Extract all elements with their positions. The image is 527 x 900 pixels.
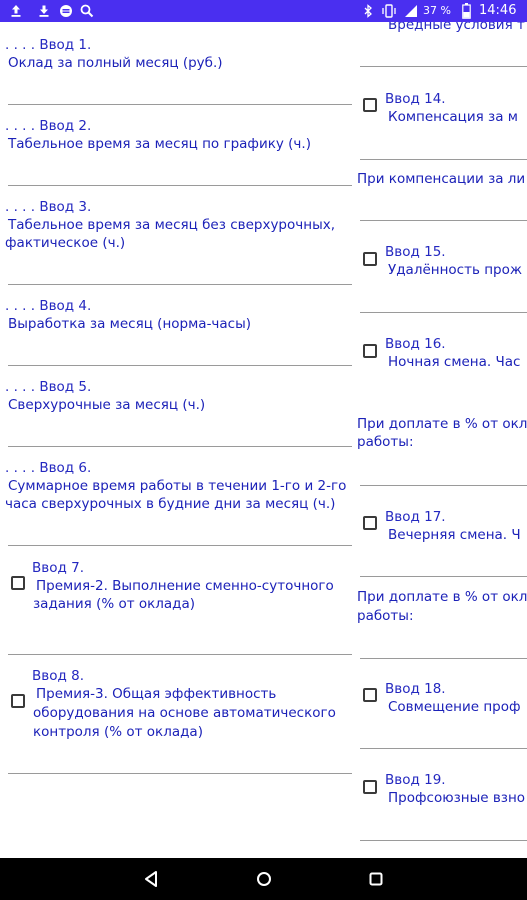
note-night-pay-line2: работы: — [357, 434, 414, 450]
input-15-label: Ввод 15. — [385, 244, 446, 260]
clock: 14:46 — [479, 3, 517, 18]
input-1-field[interactable] — [8, 104, 352, 105]
input-6-field[interactable] — [8, 545, 352, 546]
input-17-text: Вечерняя смена. Ч — [388, 527, 521, 543]
navigation-bar — [0, 858, 527, 900]
input-19-field[interactable] — [360, 840, 527, 841]
input-7-label: Ввод 7. — [32, 560, 84, 576]
input-2-label: . . . . Ввод 2. — [5, 118, 92, 134]
input-6-text-line2: часа сверхурочных в будние дни за месяц … — [5, 496, 336, 512]
input-3-text-line2: фактическое (ч.) — [5, 235, 126, 251]
input-8-field[interactable] — [8, 773, 352, 774]
status-bar: 37 % 14:46 — [0, 0, 527, 22]
back-icon[interactable] — [131, 858, 171, 900]
input-6-text-line1: Суммарное время работы в течении 1-го и … — [8, 478, 347, 494]
input-7-text-line1: Премия-2. Выполнение сменно-суточного — [36, 578, 334, 594]
input-15-field[interactable] — [360, 312, 527, 313]
recents-icon[interactable] — [356, 858, 396, 900]
input-4-field[interactable] — [8, 365, 352, 366]
search-icon — [80, 4, 94, 18]
download-icon — [39, 5, 49, 17]
input-1-text: Оклад за полный месяц (руб.) — [8, 55, 223, 71]
note-compensation: При компенсации за ли — [357, 171, 526, 187]
input-16-text: Ночная смена. Час — [388, 354, 521, 370]
home-icon[interactable] — [244, 858, 284, 900]
input-17-field[interactable] — [360, 576, 527, 577]
input-7-field[interactable] — [8, 654, 352, 655]
note-evening-pay-field[interactable] — [360, 658, 527, 659]
bluetooth-icon — [364, 4, 372, 18]
input-14-label: Ввод 14. — [385, 91, 446, 107]
upload-icon — [11, 5, 21, 17]
input-19-label: Ввод 19. — [385, 772, 446, 788]
battery-icon — [462, 3, 471, 19]
input-8-text-line1: Премия-3. Общая эффективность — [36, 686, 277, 702]
input-5-field[interactable] — [8, 446, 352, 447]
input-17-checkbox[interactable] — [363, 516, 377, 530]
input-4-text: Выработка за месяц (норма-часы) — [8, 316, 252, 332]
battery-percent: 37 % — [423, 4, 451, 17]
input-16-checkbox[interactable] — [363, 344, 377, 358]
input-18-checkbox[interactable] — [363, 688, 377, 702]
note-evening-pay-line2: работы: — [357, 608, 414, 624]
input-15-checkbox[interactable] — [363, 252, 377, 266]
input-6-label: . . . . Ввод 6. — [5, 460, 92, 476]
note-compensation-field[interactable] — [360, 220, 527, 221]
input-8-checkbox[interactable] — [11, 694, 25, 708]
input-19-text: Профсоюзные взно — [388, 790, 526, 806]
media-icon — [60, 5, 72, 17]
note-night-pay-field[interactable] — [360, 485, 527, 486]
input-13-field[interactable] — [360, 66, 527, 67]
input-14-checkbox[interactable] — [363, 98, 377, 112]
input-1-label: . . . . Ввод 1. — [5, 37, 92, 53]
input-3-field[interactable] — [8, 284, 352, 285]
input-8-text-line2: оборудования на основе автоматического — [33, 705, 336, 721]
vibrate-icon — [382, 4, 396, 18]
input-15-text: Удалённость прож — [388, 262, 523, 278]
input-8-label: Ввод 8. — [32, 668, 84, 684]
input-2-text: Табельное время за месяц по графику (ч.) — [8, 136, 311, 152]
input-5-label: . . . . Ввод 5. — [5, 379, 92, 395]
input-2-field[interactable] — [8, 185, 352, 186]
input-14-field[interactable] — [360, 159, 527, 160]
wifi-icon — [405, 5, 417, 17]
input-17-label: Ввод 17. — [385, 509, 446, 525]
input-3-label: . . . . Ввод 3. — [5, 199, 92, 215]
input-18-field[interactable] — [360, 748, 527, 749]
input-7-checkbox[interactable] — [11, 576, 25, 590]
input-7-text-line2: задания (% от оклада) — [33, 596, 196, 612]
input-8-text-line3: контроля (% от оклада) — [33, 724, 203, 740]
input-5-text: Сверхурочные за месяц (ч.) — [8, 397, 206, 413]
input-4-label: . . . . Ввод 4. — [5, 298, 92, 314]
input-18-label: Ввод 18. — [385, 681, 446, 697]
input-14-text: Компенсация за м — [388, 109, 518, 125]
input-16-label: Ввод 16. — [385, 336, 446, 352]
input-13-text-partial: Вредные условия т — [388, 22, 525, 33]
input-3-text-line1: Табельное время за месяц без сверхурочны… — [8, 217, 336, 233]
note-evening-pay-line1: При доплате в % от окл — [357, 589, 527, 605]
note-night-pay-line1: При доплате в % от окл — [357, 416, 527, 432]
input-19-checkbox[interactable] — [363, 780, 377, 794]
form-content[interactable]: . . . . Ввод 1. Оклад за полный месяц (р… — [0, 22, 527, 858]
input-18-text: Совмещение проф — [388, 699, 521, 715]
